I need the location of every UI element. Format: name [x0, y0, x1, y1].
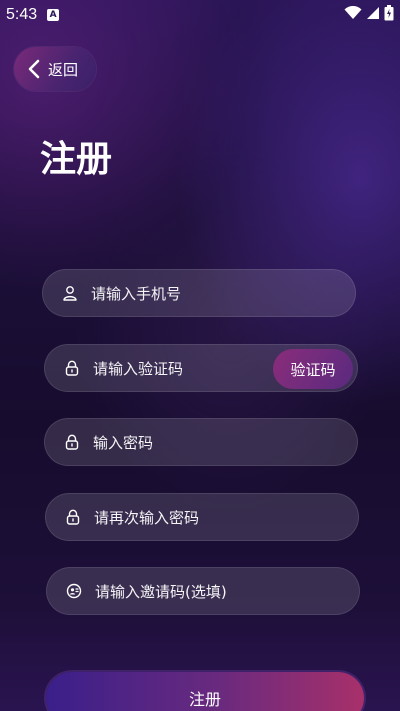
get-code-button[interactable]: 验证码 [273, 349, 353, 389]
lock-icon [63, 359, 81, 377]
register-button[interactable]: 注册 [46, 672, 364, 711]
lock-icon [63, 433, 81, 451]
invite-icon [65, 582, 83, 600]
back-button-label: 返回 [48, 60, 79, 79]
notification-app-icon: A [47, 9, 60, 21]
invite-code-input[interactable]: 请输入邀请码(选填) [46, 567, 360, 615]
lock-icon [64, 508, 82, 526]
battery-icon [384, 5, 394, 25]
person-icon [61, 284, 79, 302]
invite-code-placeholder: 请输入邀请码(选填) [95, 582, 227, 601]
verify-code-placeholder: 请输入验证码 [93, 359, 184, 378]
confirm-password-input[interactable]: 请再次输入密码 [45, 493, 359, 541]
phone-placeholder: 请输入手机号 [91, 284, 182, 303]
page-title: 注册 [40, 139, 113, 180]
password-placeholder: 输入密码 [93, 433, 154, 452]
verify-code-input[interactable]: 请输入验证码 验证码 [44, 344, 358, 392]
chevron-left-icon [28, 59, 40, 79]
status-bar: 5:43 A [0, 0, 400, 30]
status-time: 5:43 [6, 6, 38, 23]
back-button[interactable]: 返回 [14, 47, 96, 91]
signal-icon [366, 6, 380, 24]
status-icons [344, 5, 394, 25]
phone-input[interactable]: 请输入手机号 [42, 269, 356, 317]
confirm-password-placeholder: 请再次输入密码 [94, 508, 200, 527]
password-input[interactable]: 输入密码 [44, 418, 358, 466]
wifi-icon [344, 5, 362, 24]
